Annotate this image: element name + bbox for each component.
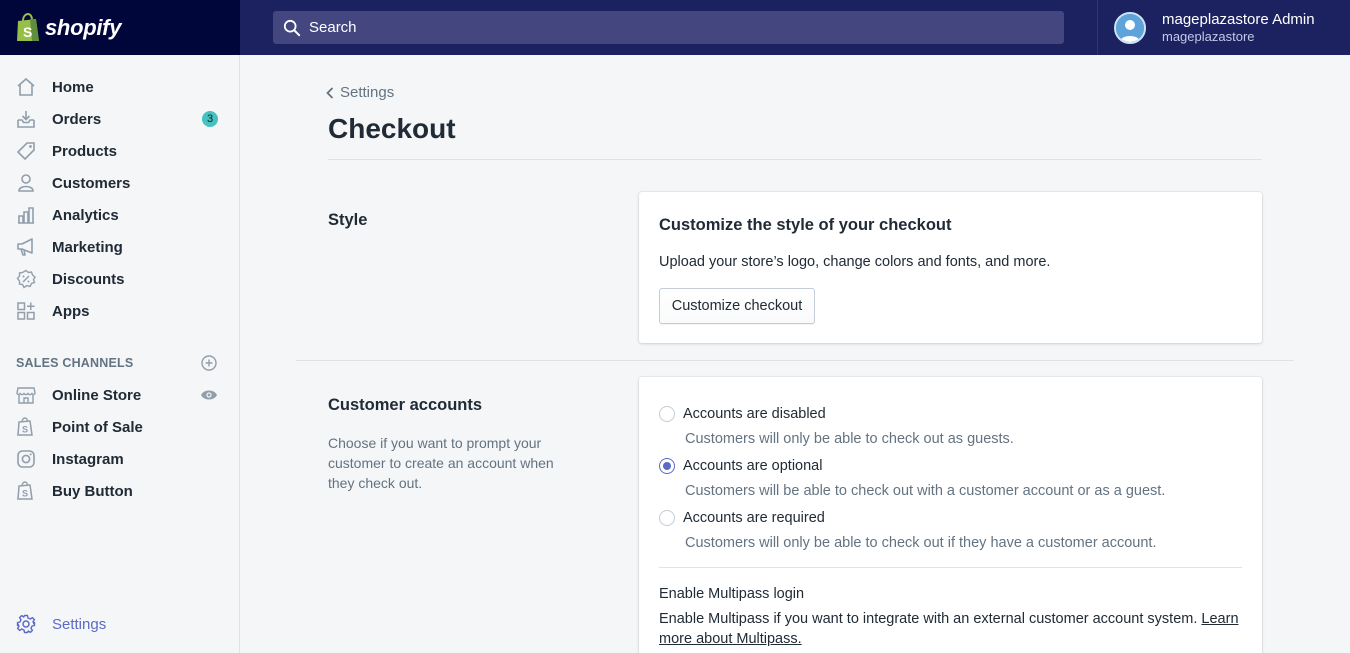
shopify-bag-icon: S [17, 12, 39, 41]
search-input[interactable]: Search [273, 11, 1064, 44]
discount-icon [16, 269, 36, 289]
avatar [1114, 11, 1146, 44]
breadcrumb[interactable]: Settings [326, 84, 394, 101]
account-store: mageplazastore [1162, 29, 1255, 44]
sidebar-item-apps[interactable]: Apps [0, 295, 239, 327]
sidebar-item-label: Instagram [52, 450, 124, 468]
orders-icon [16, 109, 36, 129]
style-section-title: Style [328, 211, 368, 229]
radio-label: Accounts are optional [683, 458, 823, 474]
radio-help-text: Customers will be able to check out with… [685, 483, 1166, 499]
person-icon [16, 173, 36, 193]
account-menu[interactable]: mageplazastore Admin mageplazastore [1097, 0, 1350, 55]
customer-accounts-description: Choose if you want to prompt your custom… [328, 435, 554, 491]
megaphone-icon [16, 237, 36, 257]
top-bar: S shopify Search mageplazastore Admin ma… [0, 0, 1350, 55]
eye-icon[interactable] [200, 389, 218, 401]
sidebar: Home Orders 3 Products Customers Analyti… [0, 55, 240, 653]
multipass-title: Enable Multipass login [659, 586, 805, 602]
page-title: Checkout [328, 113, 456, 144]
radio-label: Accounts are disabled [683, 406, 826, 422]
multipass-description: Enable Multipass if you want to integrat… [659, 609, 1239, 649]
home-icon [16, 77, 36, 97]
store-icon [16, 385, 36, 405]
customer-accounts-card: Accounts are disabled Customers will onl… [639, 377, 1262, 653]
style-card-text: Upload your store’s logo, change colors … [659, 254, 1051, 270]
sidebar-item-label: Marketing [52, 238, 123, 256]
sidebar-item-home[interactable]: Home [0, 71, 239, 103]
sidebar-item-label: Products [52, 142, 118, 160]
sidebar-item-label: Buy Button [52, 482, 133, 500]
instagram-icon [16, 449, 36, 469]
customize-checkout-button[interactable]: Customize checkout [659, 288, 815, 324]
sidebar-item-label: Home [52, 78, 94, 96]
sales-channels-heading: SALES CHANNELS [16, 356, 134, 370]
customer-accounts-title: Customer accounts [328, 396, 483, 414]
radio-button-selected[interactable] [659, 458, 675, 474]
sidebar-item-label: Customers [52, 174, 131, 192]
radio-button[interactable] [659, 406, 675, 422]
sidebar-item-label: Apps [52, 302, 90, 320]
orders-count-badge: 3 [202, 111, 218, 127]
shopify-bag-icon: S [16, 481, 36, 501]
sidebar-item-discounts[interactable]: Discounts [0, 263, 239, 295]
radio-help-text: Customers will only be able to check out… [685, 535, 1157, 551]
multipass-text: Enable Multipass if you want to integrat… [659, 611, 1198, 627]
divider [328, 159, 1262, 160]
sidebar-item-online-store[interactable]: Online Store [0, 379, 239, 411]
sidebar-item-point-of-sale[interactable]: S Point of Sale [0, 411, 239, 443]
sidebar-item-label: Online Store [52, 386, 142, 404]
sidebar-item-label: Analytics [52, 206, 119, 224]
sidebar-item-label: Settings [52, 615, 107, 633]
breadcrumb-label: Settings [340, 84, 395, 101]
sidebar-item-marketing[interactable]: Marketing [0, 231, 239, 263]
divider [659, 567, 1242, 568]
sidebar-item-orders[interactable]: Orders 3 [0, 103, 239, 135]
radio-accounts-required[interactable]: Accounts are required [659, 510, 825, 526]
divider [296, 360, 1294, 361]
sidebar-item-label: Discounts [52, 270, 125, 288]
gear-icon [16, 614, 36, 634]
sidebar-item-settings[interactable]: Settings [0, 608, 239, 640]
sidebar-item-analytics[interactable]: Analytics [0, 199, 239, 231]
account-name: mageplazastore Admin [1162, 11, 1315, 28]
sidebar-item-label: Point of Sale [52, 418, 143, 436]
sidebar-item-instagram[interactable]: Instagram [0, 443, 239, 475]
search-placeholder: Search [309, 19, 357, 36]
user-avatar-icon [1116, 13, 1144, 42]
sidebar-item-products[interactable]: Products [0, 135, 239, 167]
shopify-logo[interactable]: S shopify [0, 0, 240, 55]
style-card-title: Customize the style of your checkout [659, 216, 952, 234]
radio-accounts-optional[interactable]: Accounts are optional [659, 458, 822, 474]
radio-label: Accounts are required [683, 510, 825, 526]
bar-chart-icon [16, 205, 36, 225]
radio-help-text: Customers will only be able to check out… [685, 431, 1014, 447]
search-icon [283, 19, 301, 36]
radio-button[interactable] [659, 510, 675, 526]
add-circle-icon[interactable] [201, 355, 217, 371]
svg-text:S: S [22, 425, 28, 435]
apps-icon [16, 301, 36, 321]
sidebar-item-customers[interactable]: Customers [0, 167, 239, 199]
svg-text:S: S [22, 489, 28, 499]
sidebar-item-buy-button[interactable]: S Buy Button [0, 475, 239, 507]
chevron-left-icon [326, 86, 334, 99]
radio-accounts-disabled[interactable]: Accounts are disabled [659, 406, 826, 422]
brand-name: shopify [45, 14, 122, 40]
sidebar-item-label: Orders [52, 110, 102, 128]
svg-text:S: S [23, 24, 32, 40]
shopify-bag-icon: S [16, 417, 36, 437]
tag-icon [16, 141, 36, 161]
style-card: Customize the style of your checkout Upl… [639, 192, 1262, 343]
